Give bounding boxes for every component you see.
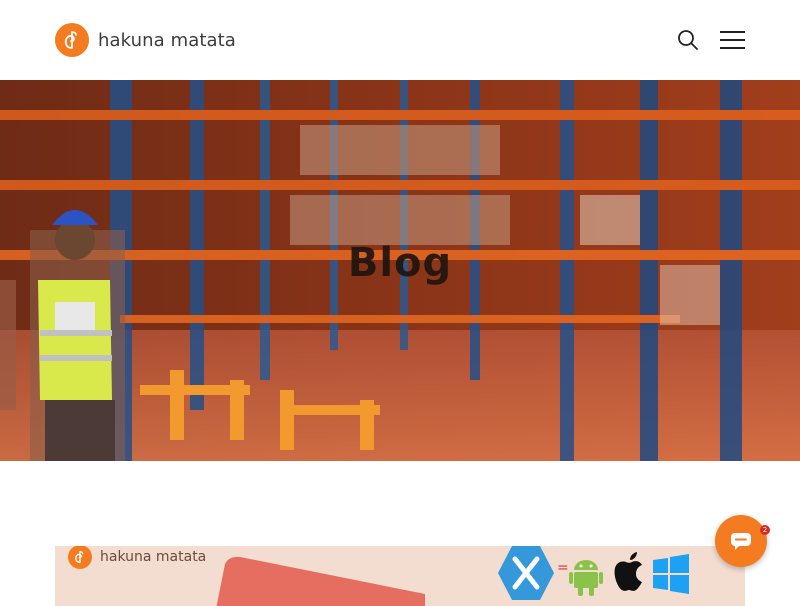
menu-line bbox=[720, 31, 745, 33]
blog-post-card[interactable]: hakuna matata = bbox=[55, 546, 745, 606]
card-logo-icon bbox=[68, 546, 92, 569]
xamarin-icon bbox=[498, 546, 554, 600]
menu-line bbox=[720, 39, 745, 41]
windows-icon bbox=[653, 554, 689, 594]
search-icon[interactable] bbox=[676, 28, 700, 52]
chat-notification-badge: 2 bbox=[760, 525, 770, 535]
site-header: hakuna matata bbox=[0, 0, 800, 80]
equals-sign: = bbox=[557, 560, 569, 576]
android-icon bbox=[569, 560, 603, 596]
card-logo: hakuna matata bbox=[68, 546, 206, 571]
logo[interactable]: hakuna matata bbox=[55, 22, 236, 58]
apple-icon bbox=[614, 552, 642, 591]
logo-icon bbox=[55, 23, 89, 57]
chat-button[interactable] bbox=[715, 515, 767, 567]
hamburger-menu-icon[interactable] bbox=[720, 29, 746, 51]
page-title: Blog bbox=[347, 240, 453, 286]
menu-line bbox=[720, 47, 745, 49]
chat-icon bbox=[731, 533, 751, 550]
card-decoration bbox=[216, 556, 425, 606]
logo-text: hakuna matata bbox=[98, 29, 236, 51]
card-brand-text: hakuna matata bbox=[100, 549, 207, 565]
hero-banner: Blog bbox=[0, 80, 800, 461]
